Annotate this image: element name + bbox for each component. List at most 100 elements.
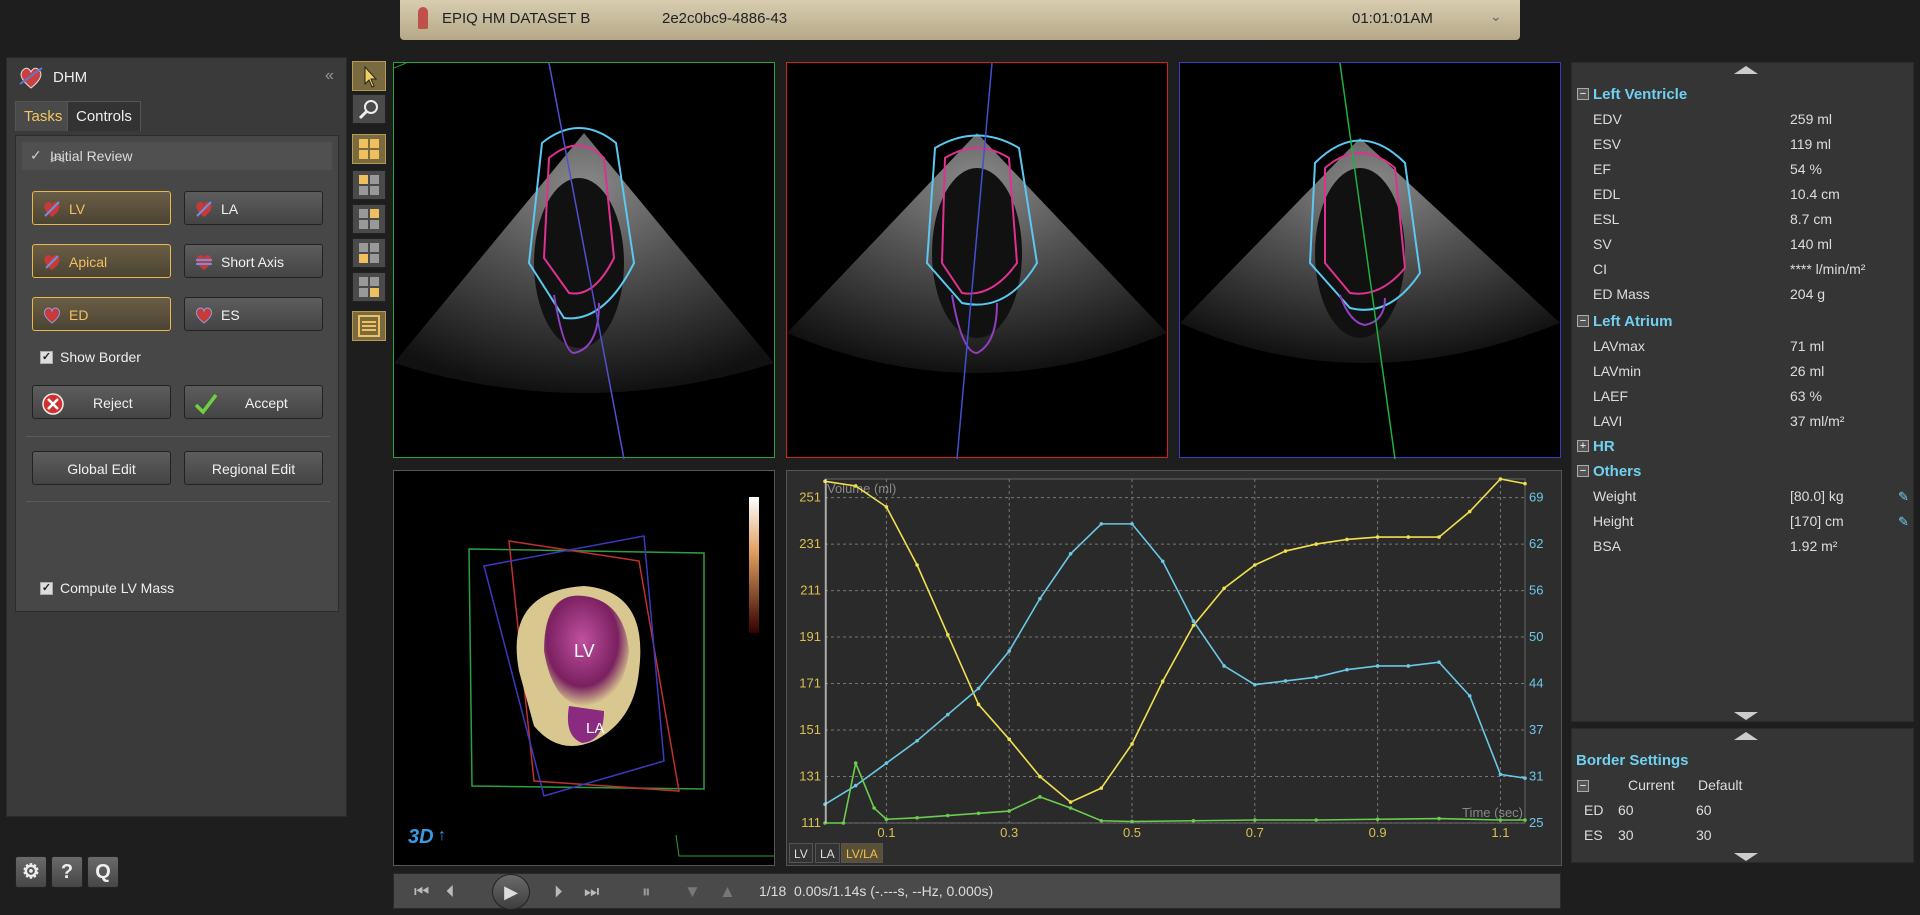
scroll-down-icon[interactable] (1734, 853, 1758, 861)
data-point (1498, 818, 1503, 822)
measurement-label: LAVmax (1593, 338, 1645, 354)
settings-gear-icon[interactable]: ⚙ (15, 856, 47, 888)
layout-quad-icon[interactable] (352, 134, 386, 164)
playback-status: 1/18 0.00s/1.14s (-.---s, --Hz, 0.000s) (759, 883, 994, 899)
data-point (1437, 816, 1441, 821)
step-forward-icon[interactable]: ⏵ (554, 882, 563, 902)
y-left-tick-label: 191 (799, 629, 821, 644)
reject-button[interactable]: Reject (32, 385, 171, 419)
data-point (1437, 660, 1441, 665)
playback-bar: ⏮ ⏴ ▶ ⏵ ⏭ ⏸ ▼ ▲ 1/18 0.00s/1.14s (-.---s… (393, 873, 1561, 910)
data-point (1099, 786, 1104, 790)
initial-review-header[interactable]: ✓ Initial Review ︽ (22, 142, 332, 170)
data-point (1467, 694, 1472, 698)
measurement-value: [80.0] kg (1790, 488, 1844, 504)
la-button[interactable]: LA (184, 191, 323, 225)
speed-up-icon[interactable]: ▲ (719, 882, 736, 902)
data-point (841, 821, 846, 825)
data-point (1498, 477, 1503, 481)
edit-pencil-icon[interactable]: ✎ (1898, 514, 1909, 530)
graph-tab-lvla[interactable]: LV/LA (841, 843, 883, 863)
ed-button[interactable]: ED (32, 297, 171, 331)
section-hr[interactable]: HR (1593, 438, 1615, 455)
col-current: Current (1628, 777, 1675, 793)
measurement-value: 26 ml (1790, 363, 1825, 379)
y-left-tick-label: 231 (799, 536, 821, 551)
collapse-panel-icon[interactable]: « (325, 67, 334, 85)
data-point (915, 738, 919, 743)
pointer-tool-icon[interactable] (352, 61, 386, 91)
q-icon[interactable]: Q (87, 856, 119, 888)
heart-icon (42, 199, 62, 219)
graph-tab-la[interactable]: LA (815, 843, 840, 863)
y-left-tick-label: 151 (799, 722, 821, 737)
measurement-value: 10.4 cm (1790, 186, 1840, 202)
report-list-icon[interactable] (352, 311, 386, 341)
expand-hr-icon[interactable]: + (1577, 440, 1589, 452)
x-tick-label: 0.7 (1246, 825, 1264, 837)
viewport-apical-1[interactable] (393, 62, 775, 459)
collapse-others-icon[interactable]: − (1577, 465, 1589, 477)
arrow-up-icon: ↑ (438, 827, 446, 844)
last-frame-icon[interactable]: ⏭ (584, 882, 599, 902)
layout-3-icon[interactable] (352, 238, 386, 268)
collapse-border-icon[interactable]: − (1577, 780, 1589, 792)
patient-icon (418, 7, 428, 29)
lv-button[interactable]: LV (32, 191, 171, 225)
layout-2-icon[interactable] (352, 204, 386, 234)
measurement-label: LAEF (1593, 388, 1629, 404)
regional-edit-button[interactable]: Regional Edit (184, 451, 323, 485)
scroll-up-icon[interactable] (1734, 66, 1758, 74)
measurement-value: 8.7 cm (1790, 211, 1833, 227)
viewport-apical-3[interactable] (1179, 62, 1561, 459)
layout-1-icon[interactable] (352, 170, 386, 200)
apical-button[interactable]: Apical (32, 244, 171, 278)
data-point (1222, 586, 1226, 591)
data-point (1314, 542, 1319, 546)
data-point (915, 563, 919, 567)
compute-lv-mass-checkbox[interactable]: ✓ (40, 582, 53, 595)
step-back-icon[interactable]: ⏴ (446, 882, 455, 902)
collapse-section-icon[interactable]: ︽ (50, 145, 326, 166)
viewport-apical-2[interactable] (786, 62, 1168, 459)
edit-pencil-icon[interactable]: ✎ (1898, 489, 1909, 505)
es-button[interactable]: ES (184, 297, 323, 331)
play-button[interactable]: ▶ (492, 874, 530, 910)
tab-controls[interactable]: Controls (67, 101, 141, 131)
layout-4-icon[interactable] (352, 272, 386, 302)
border-current-value[interactable]: 60 (1618, 802, 1634, 818)
la-3d-label: LA (586, 720, 604, 737)
data-point (1253, 818, 1257, 822)
lv-label: LV (69, 201, 86, 217)
volume-time-graph[interactable]: 0.1 0.3 0.5 0.7 0.9 1.1 111 131 151 171 191 211 231 2… (786, 470, 1562, 866)
scroll-down-icon[interactable] (1734, 712, 1758, 720)
show-border-checkbox[interactable]: ✓ (40, 351, 53, 364)
data-point (1130, 819, 1134, 824)
loop-icon[interactable]: ⏸ (642, 882, 651, 902)
collapse-la-icon[interactable]: − (1577, 315, 1589, 327)
accept-button[interactable]: Accept (184, 385, 323, 419)
collapse-lv-icon[interactable]: − (1577, 88, 1589, 100)
scroll-up-icon[interactable] (1734, 732, 1758, 740)
data-point (976, 686, 981, 691)
data-point (1345, 537, 1349, 542)
section-others[interactable]: Others (1593, 463, 1641, 480)
data-point (1007, 809, 1012, 813)
zoom-tool-icon[interactable] (352, 94, 386, 124)
border-current-value[interactable]: 30 (1618, 827, 1634, 843)
regional-edit-label: Regional Edit (211, 461, 296, 477)
viewport-3d[interactable]: LV LA 3D ↑ (393, 470, 775, 866)
data-point (853, 761, 858, 765)
short-axis-view-icon (194, 252, 214, 272)
speed-down-icon[interactable]: ▼ (684, 882, 701, 902)
section-left-atrium[interactable]: Left Atrium (1593, 313, 1672, 330)
data-point (884, 505, 889, 509)
graph-tab-lv[interactable]: LV (789, 843, 813, 863)
first-frame-icon[interactable]: ⏮ (414, 882, 429, 902)
header-expand-icon[interactable]: ⌄ (1490, 8, 1502, 25)
global-edit-button[interactable]: Global Edit (32, 451, 171, 485)
section-left-ventricle[interactable]: Left Ventricle (1593, 86, 1687, 103)
short-axis-button[interactable]: Short Axis (184, 244, 323, 278)
tab-tasks[interactable]: Tasks (15, 101, 72, 131)
help-icon[interactable]: ? (51, 856, 83, 888)
